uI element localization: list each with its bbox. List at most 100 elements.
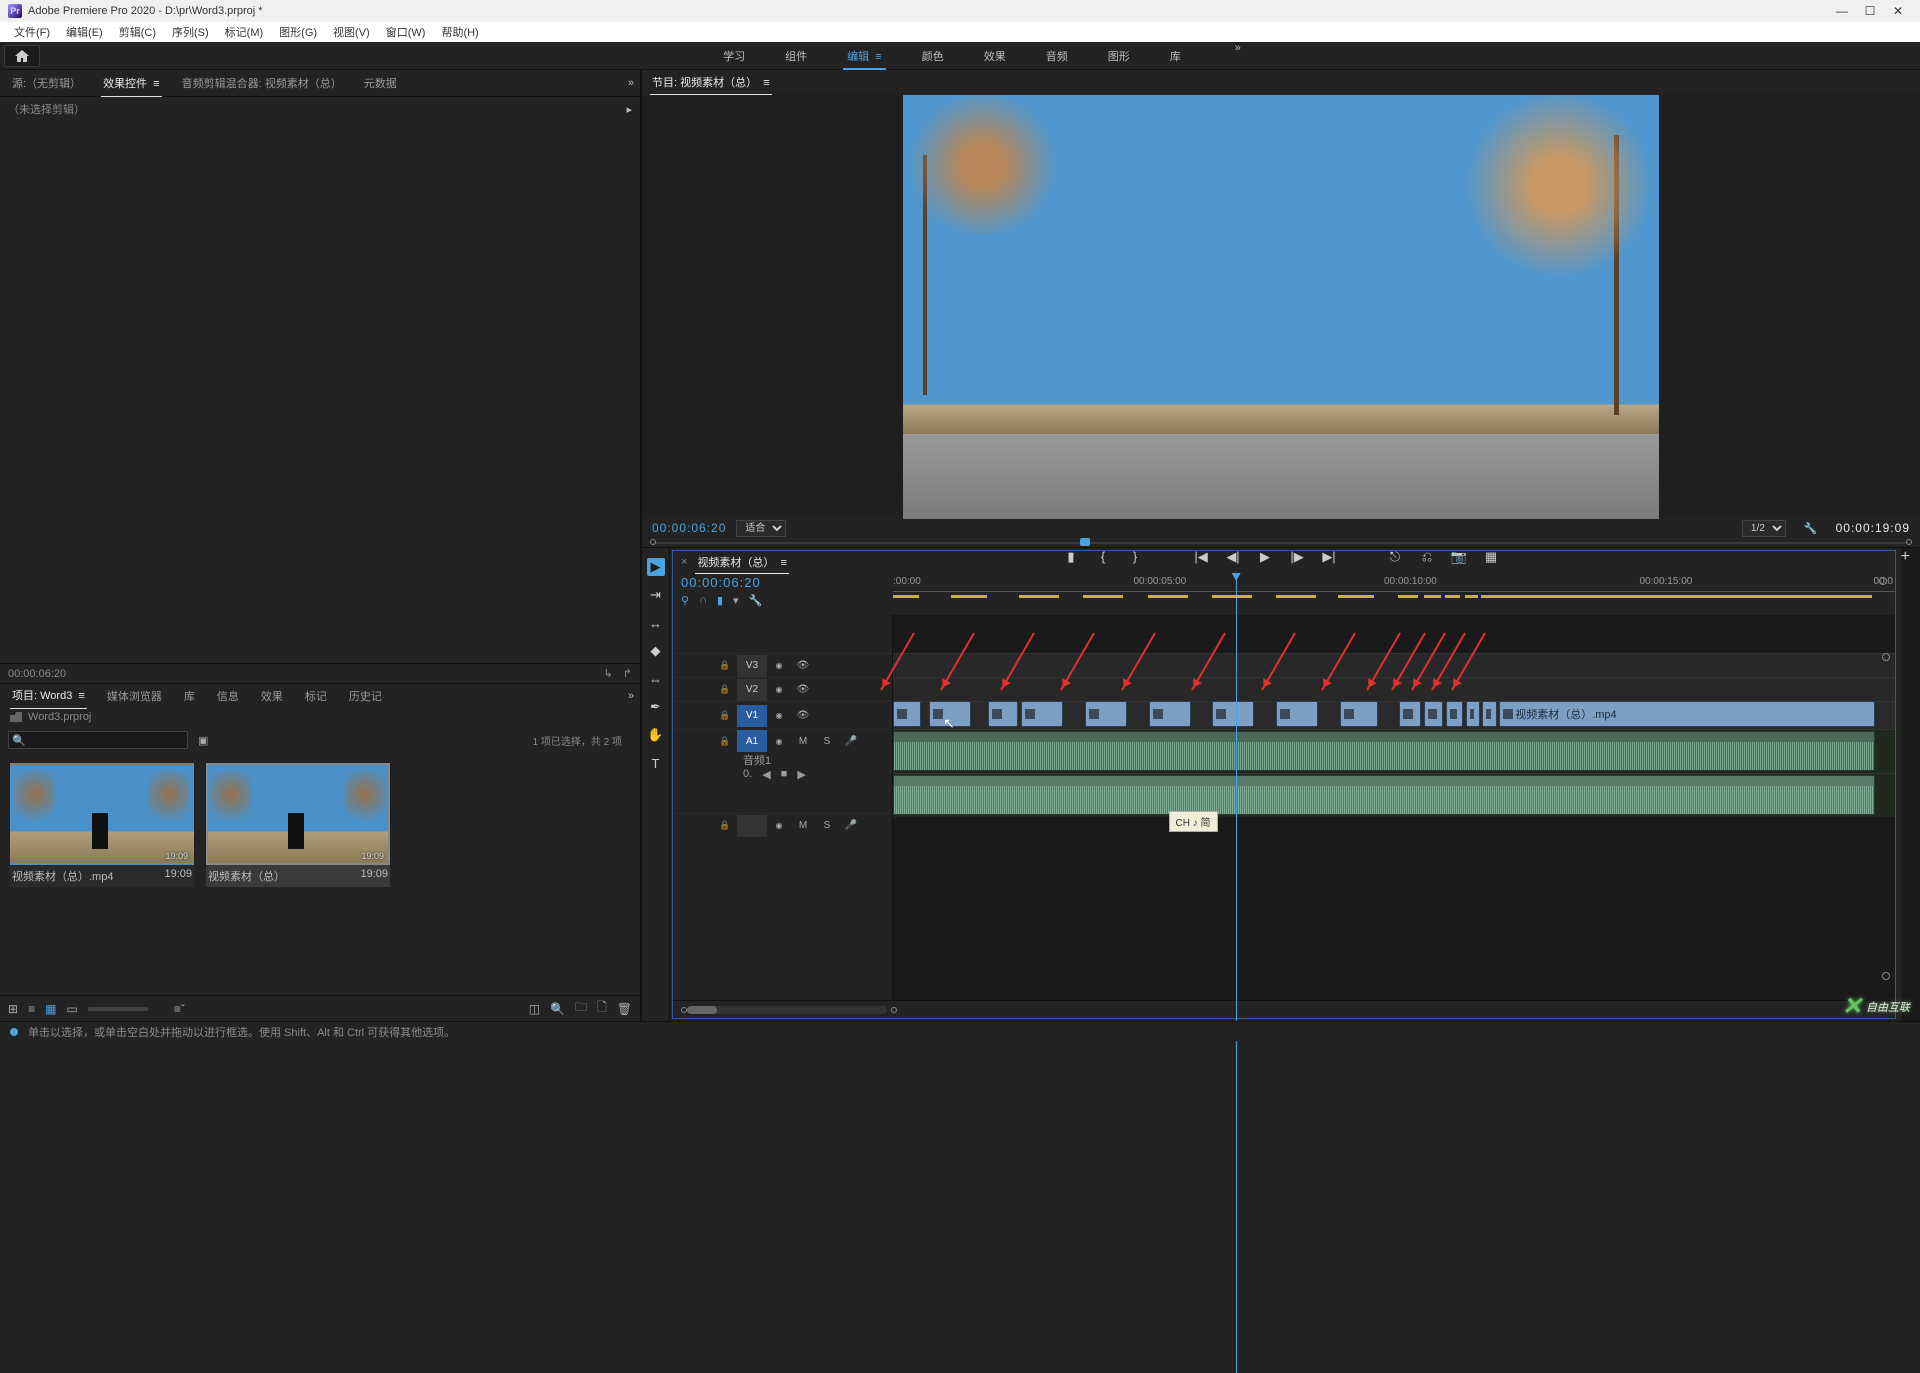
- delete-button[interactable]: 🗑: [617, 1002, 632, 1016]
- clip-segment[interactable]: [988, 701, 1018, 727]
- pen-tool[interactable]: ✒: [647, 698, 665, 716]
- vscroll-top[interactable]: [1882, 653, 1890, 661]
- clip-segment[interactable]: [1021, 701, 1063, 727]
- project-item-2[interactable]: 19:09 视频素材（总）19:09: [206, 763, 390, 887]
- program-monitor[interactable]: [642, 95, 1920, 519]
- workspace-assembly[interactable]: 组件: [781, 42, 811, 70]
- tl-settings-icon[interactable]: ▾: [733, 594, 739, 607]
- menu-help[interactable]: 帮助(H): [433, 24, 486, 40]
- clip-segment[interactable]: [1466, 701, 1480, 727]
- thumbnail-icon[interactable]: ▭: [66, 1002, 77, 1016]
- track-header-a1[interactable]: A1MS🎤 音频1 0.◀■▶: [673, 729, 892, 813]
- step-back-icon[interactable]: ◀|: [1224, 549, 1242, 565]
- playhead-knob[interactable]: [1080, 538, 1090, 546]
- audio-clip-a1[interactable]: [893, 731, 1875, 771]
- panel-overflow[interactable]: »: [628, 77, 634, 89]
- workspace-effects[interactable]: 效果: [980, 42, 1010, 70]
- track-header-extra[interactable]: MS🎤: [673, 813, 892, 837]
- workspace-learn[interactable]: 学习: [719, 42, 749, 70]
- export-frame-icon[interactable]: 📷: [1450, 549, 1468, 565]
- go-to-out-icon[interactable]: ▶|: [1320, 549, 1338, 565]
- menu-sequence[interactable]: 序列(S): [164, 24, 217, 40]
- clip-segment[interactable]: [1212, 701, 1254, 727]
- project-item-1[interactable]: 19:09 视频素材（总）.mp419:09: [10, 763, 194, 887]
- sort-icon[interactable]: ≡ˇ: [174, 1002, 185, 1016]
- tab-media-browser[interactable]: 媒体浏览器: [105, 683, 164, 709]
- marker-icon[interactable]: ▮: [1062, 549, 1080, 565]
- clip-segment[interactable]: [1340, 701, 1378, 727]
- go-to-in-icon[interactable]: |◀: [1192, 549, 1210, 565]
- time-ruler[interactable]: :00:00 00:00:05:00 00:00:10:00 00:00:15:…: [893, 573, 1895, 615]
- clip-tail[interactable]: 视频素材（总）.mp4: [1499, 701, 1875, 727]
- tab-library[interactable]: 库: [182, 683, 197, 709]
- tab-source[interactable]: 源:（无剪辑）: [10, 70, 83, 96]
- clip-segment[interactable]: [1482, 701, 1497, 727]
- track-header-v2[interactable]: V2: [673, 677, 892, 701]
- menu-view[interactable]: 视图(V): [325, 24, 378, 40]
- clip-segment[interactable]: [1085, 701, 1127, 727]
- play-icon[interactable]: ▶: [1256, 549, 1274, 565]
- timeline-scrollbar[interactable]: [687, 1006, 887, 1014]
- snap-icon[interactable]: ⚲: [681, 594, 689, 607]
- clip-segment[interactable]: [1399, 701, 1421, 727]
- project-search-input[interactable]: [8, 731, 188, 749]
- maximize-button[interactable]: ☐: [1856, 1, 1884, 21]
- workspace-audio[interactable]: 音频: [1042, 42, 1072, 70]
- settings-icon[interactable]: 🔧: [1804, 522, 1818, 535]
- tab-effect-controls[interactable]: 效果控件 ≡: [101, 70, 162, 97]
- ripple-tool[interactable]: ↔: [647, 614, 665, 632]
- add-marker-icon[interactable]: ▮: [717, 594, 723, 607]
- menu-edit[interactable]: 编辑(E): [58, 24, 111, 40]
- type-tool[interactable]: T: [647, 754, 665, 772]
- ec-play-icon[interactable]: ▸: [626, 103, 632, 116]
- tab-program-monitor[interactable]: 节目: 视频素材（总） ≡: [650, 70, 772, 95]
- close-button[interactable]: ✕: [1884, 1, 1912, 21]
- clip-segment[interactable]: [1424, 701, 1443, 727]
- tab-markers[interactable]: 标记: [303, 683, 329, 709]
- wrench-icon[interactable]: 🔧: [749, 594, 763, 607]
- icon-view-icon[interactable]: ▦: [45, 1002, 56, 1016]
- scrub-end-handle[interactable]: [1906, 539, 1912, 545]
- zoom-slider[interactable]: [88, 1007, 148, 1011]
- out-point-icon[interactable]: }: [1126, 549, 1144, 564]
- menu-clip[interactable]: 剪辑(C): [111, 24, 164, 40]
- clip-segment[interactable]: [1446, 701, 1463, 727]
- overwrite-icon[interactable]: ↱: [623, 667, 632, 680]
- extract-icon[interactable]: ⎌: [1418, 549, 1436, 565]
- clip-segment[interactable]: [1276, 701, 1318, 727]
- tab-metadata[interactable]: 元数据: [362, 70, 399, 96]
- insert-icon[interactable]: ↳: [604, 667, 613, 680]
- hand-tool[interactable]: ✋: [647, 726, 665, 744]
- comparison-icon[interactable]: ▦: [1482, 549, 1500, 565]
- list-view-icon[interactable]: ≡: [28, 1002, 35, 1016]
- workspace-color[interactable]: 颜色: [918, 42, 948, 70]
- track-header-v3[interactable]: V3: [673, 653, 892, 677]
- workspace-editing[interactable]: 编辑 ≡: [843, 42, 886, 70]
- vscroll-bot[interactable]: [1882, 972, 1890, 980]
- scrollbar-thumb[interactable]: [687, 1006, 717, 1014]
- clip-segment[interactable]: [893, 701, 921, 727]
- resolution-select[interactable]: 1/2: [1742, 520, 1786, 537]
- in-point-icon[interactable]: {: [1094, 549, 1112, 564]
- track-select-tool[interactable]: ⇥: [647, 586, 665, 604]
- zoom-handle[interactable]: [1879, 577, 1887, 585]
- workspace-overflow[interactable]: »: [1235, 42, 1241, 70]
- menu-marker[interactable]: 标记(M): [217, 24, 272, 40]
- menu-file[interactable]: 文件(F): [6, 24, 58, 40]
- audio-clip-a2[interactable]: [893, 775, 1875, 815]
- ll-overflow[interactable]: »: [628, 690, 634, 702]
- tab-effects[interactable]: 效果: [259, 683, 285, 709]
- hzoom-right[interactable]: [891, 1007, 897, 1013]
- timeline-timecode[interactable]: 00:00:06:20: [681, 575, 885, 590]
- automate-icon[interactable]: ◫: [529, 1002, 540, 1016]
- workspace-library[interactable]: 库: [1166, 42, 1185, 70]
- freeform-icon[interactable]: ⊞: [8, 1002, 18, 1016]
- linked-selection-icon[interactable]: ∩: [699, 594, 707, 607]
- new-bin-icon[interactable]: ▣: [198, 734, 208, 747]
- step-forward-icon[interactable]: |▶: [1288, 549, 1306, 565]
- tab-info[interactable]: 信息: [215, 683, 241, 709]
- program-timecode-left[interactable]: 00:00:06:20: [652, 521, 726, 535]
- new-item-button[interactable]: 🗋: [597, 998, 607, 1019]
- find-icon[interactable]: 🔍: [550, 1002, 565, 1016]
- new-bin-button[interactable]: 🗀: [575, 998, 587, 1019]
